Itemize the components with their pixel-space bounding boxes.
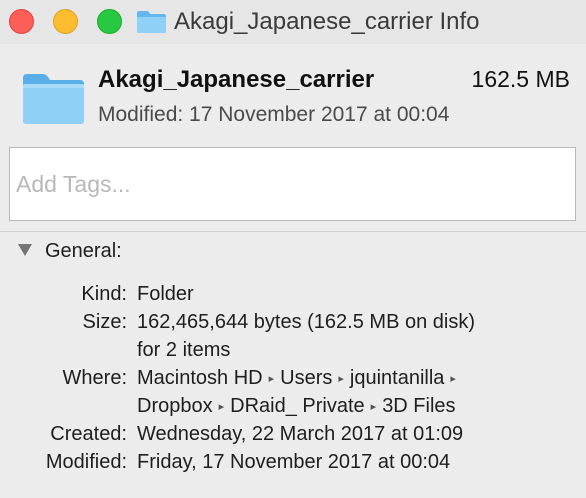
zoom-button[interactable] bbox=[97, 9, 122, 34]
minimize-button[interactable] bbox=[53, 9, 78, 34]
kind-label: Kind: bbox=[81, 283, 127, 305]
kind-value: Folder bbox=[137, 283, 194, 305]
path-segment: DRaid_ Private bbox=[230, 395, 365, 417]
item-name: Akagi_Japanese_carrier bbox=[98, 66, 375, 93]
path-arrow-icon: ▸ bbox=[370, 401, 377, 413]
title-bar[interactable]: Akagi_Japanese_carrier Info bbox=[0, 0, 586, 44]
close-button[interactable] bbox=[9, 9, 34, 34]
where-label: Where: bbox=[62, 367, 127, 389]
path-segment: Dropbox bbox=[137, 395, 213, 417]
path-segment: 3D Files bbox=[382, 395, 456, 417]
modified-value: Friday, 17 November 2017 at 00:04 bbox=[137, 451, 451, 473]
size-value: 162,465,644 bytes (162.5 MB on disk) bbox=[137, 311, 475, 333]
disclosure-triangle-icon[interactable] bbox=[17, 243, 33, 257]
tags-input[interactable] bbox=[9, 147, 576, 221]
created-label: Created: bbox=[50, 423, 127, 445]
where-path-line1: Macintosh HD ▸ Users ▸ jquintanilla ▸ bbox=[137, 367, 462, 390]
created-value: Wednesday, 22 March 2017 at 01:09 bbox=[137, 423, 464, 445]
path-segment: Macintosh HD bbox=[137, 367, 263, 389]
info-window: Akagi_Japanese_carrier Info Akagi_Japane… bbox=[0, 0, 586, 498]
folder-icon bbox=[23, 74, 84, 124]
path-arrow-icon: ▸ bbox=[450, 373, 456, 385]
path-arrow-icon: ▸ bbox=[268, 373, 275, 385]
divider bbox=[0, 231, 586, 232]
path-arrow-icon: ▸ bbox=[218, 401, 225, 413]
where-path-line2: Dropbox ▸ DRaid_ Private ▸ 3D Files bbox=[137, 395, 456, 418]
modified-label: Modified: bbox=[45, 451, 127, 473]
window-title: Akagi_Japanese_carrier Info bbox=[174, 8, 480, 35]
path-segment: Users bbox=[280, 367, 333, 389]
size-label: Size: bbox=[82, 311, 127, 333]
folder-icon bbox=[137, 11, 166, 33]
general-section-title[interactable]: General: bbox=[45, 240, 122, 263]
item-modified: Modified: 17 November 2017 at 00:04 bbox=[98, 103, 450, 126]
path-arrow-icon: ▸ bbox=[338, 373, 344, 385]
path-segment: jquintanilla bbox=[349, 367, 445, 389]
item-size: 162.5 MB bbox=[471, 66, 570, 92]
size-value-items: for 2 items bbox=[137, 339, 231, 361]
